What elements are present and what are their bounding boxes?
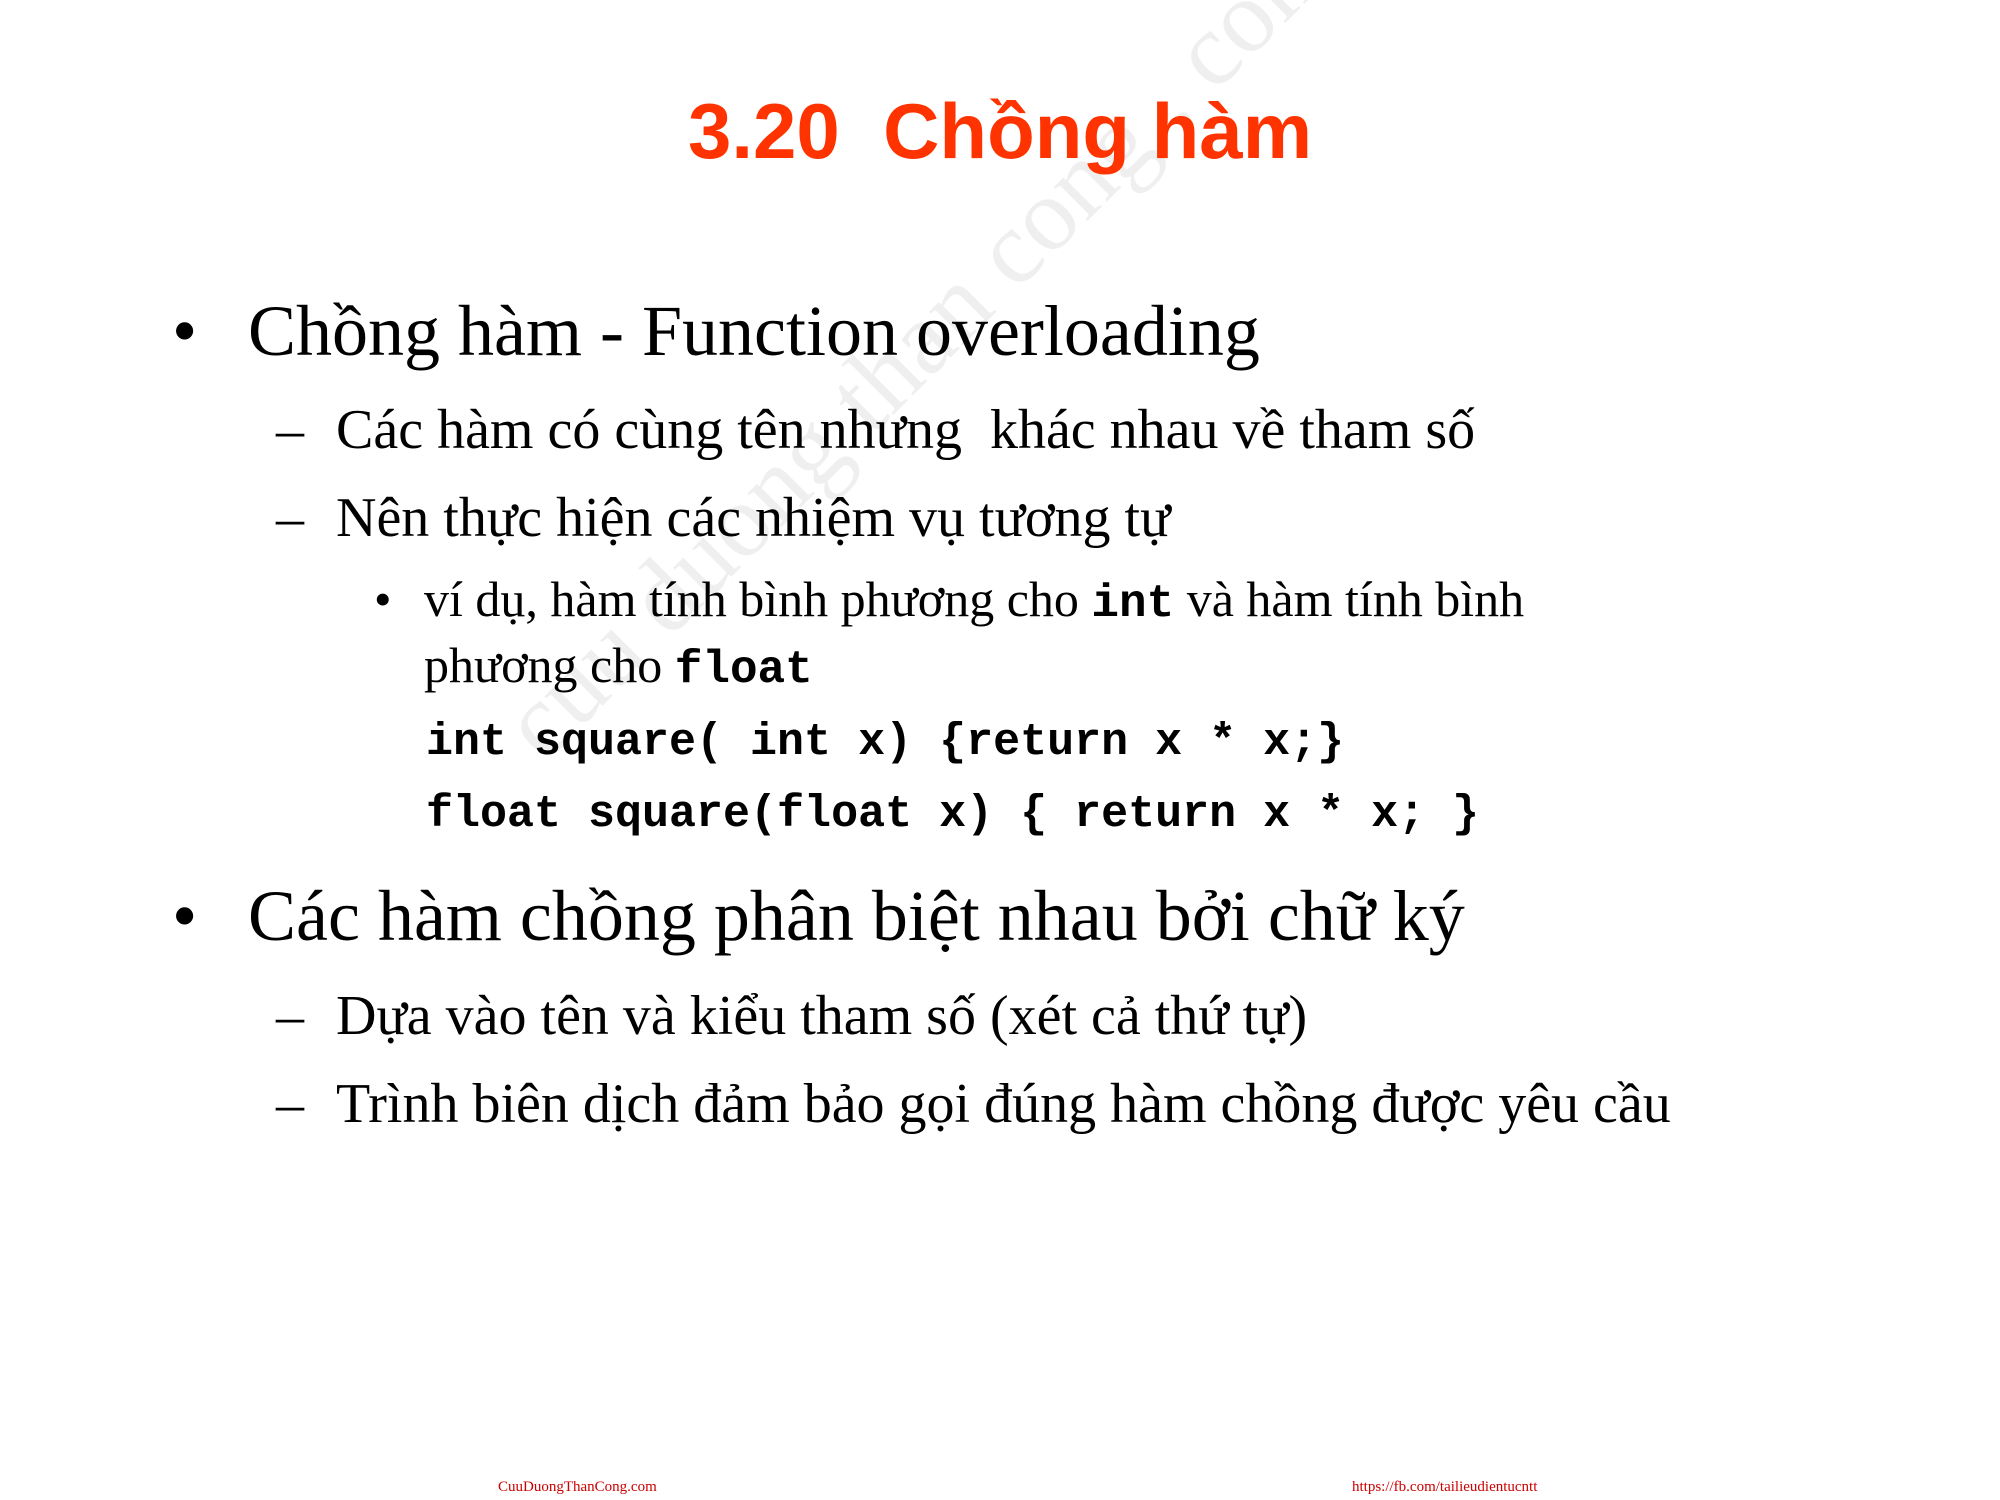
example-text-cont: và hàm tính bình	[1174, 571, 1525, 627]
footer-site-link[interactable]: CuuDuongThanCong.com	[498, 1480, 657, 1495]
example-text: ví dụ, hàm tính bình phương cho	[424, 571, 1092, 627]
dash-icon: –	[276, 399, 304, 461]
example-line-2: phương cho float	[424, 640, 813, 693]
small-bullet-icon: •	[374, 571, 392, 627]
sub-bullet-1-1: Các hàm có cùng tên nhưng khác nhau về t…	[336, 399, 1476, 461]
dash-icon: –	[276, 1073, 304, 1135]
slide: cuu duong than cong . com 3.20 Chồng hàm…	[0, 0, 2000, 1500]
sub-bullet-2-1: Dựa vào tên và kiểu tham số (xét cả thứ …	[336, 985, 1308, 1047]
sub-bullet-2-2: Trình biên dịch đảm bảo gọi đúng hàm chồ…	[336, 1073, 1671, 1135]
bullet-1-text: Chồng hàm - Function overloading	[248, 291, 1260, 371]
sub-bullet-1-2: Nên thực hiện các nhiệm vụ tương tự	[336, 487, 1171, 549]
dash-icon: –	[276, 985, 304, 1047]
code-line-2: float square(float x) { return x * x; }	[426, 789, 1480, 840]
keyword-float: float	[674, 644, 813, 696]
footer-fb-link[interactable]: https://fb.com/tailieudientucntt	[1352, 1480, 1537, 1495]
bullet-2-text: Các hàm chồng phân biệt nhau bởi chữ ký	[248, 876, 1465, 956]
slide-title: 3.20 Chồng hàm	[687, 87, 1313, 175]
bullet-icon: •	[172, 876, 198, 956]
bullet-icon: •	[172, 291, 198, 371]
dash-icon: –	[276, 487, 304, 549]
example-line-1: ví dụ, hàm tính bình phương cho int và h…	[424, 574, 1524, 627]
code-line-1: int square( int x) {return x * x;}	[426, 717, 1345, 768]
keyword-int: int	[1091, 578, 1175, 630]
example-text-line2: phương cho	[424, 637, 675, 693]
